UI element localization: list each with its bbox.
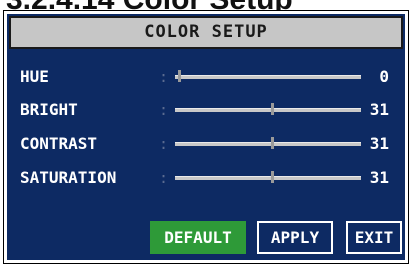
color-setup-dialog: COLOR SETUP HUE : 0 BRIGHT : 31 CONTRAST… (3, 10, 409, 264)
bright-slider[interactable] (175, 103, 361, 115)
saturation-slider-thumb[interactable] (270, 171, 274, 183)
page: 3.2.4.14 Color Setup COLOR SETUP HUE : 0… (0, 0, 414, 266)
bright-slider-thumb[interactable] (270, 103, 274, 115)
bright-value: 31 (369, 100, 389, 119)
bright-label: BRIGHT (20, 100, 78, 119)
bright-colon: : (159, 101, 169, 119)
bright-row: BRIGHT : 31 (7, 95, 405, 125)
hue-colon: : (159, 68, 169, 86)
hue-value: 0 (379, 67, 389, 86)
saturation-colon: : (159, 169, 169, 187)
hue-slider-thumb[interactable] (177, 70, 181, 82)
saturation-value: 31 (369, 168, 389, 187)
saturation-label: SATURATION (20, 168, 117, 187)
hue-row: HUE : 0 (7, 62, 405, 92)
contrast-slider-thumb[interactable] (270, 137, 274, 149)
contrast-value: 31 (369, 134, 389, 153)
hue-label: HUE (20, 67, 49, 86)
dialog-title: COLOR SETUP (9, 16, 403, 49)
default-button[interactable]: DEFAULT (150, 221, 246, 254)
contrast-slider[interactable] (175, 137, 361, 149)
saturation-slider[interactable] (175, 171, 361, 183)
contrast-row: CONTRAST : 31 (7, 129, 405, 159)
saturation-row: SATURATION : 31 (7, 163, 405, 193)
exit-button[interactable]: EXIT (346, 221, 402, 254)
contrast-label: CONTRAST (20, 134, 98, 153)
apply-button[interactable]: APPLY (257, 221, 333, 254)
hue-slider[interactable] (175, 70, 361, 82)
contrast-colon: : (159, 135, 169, 153)
